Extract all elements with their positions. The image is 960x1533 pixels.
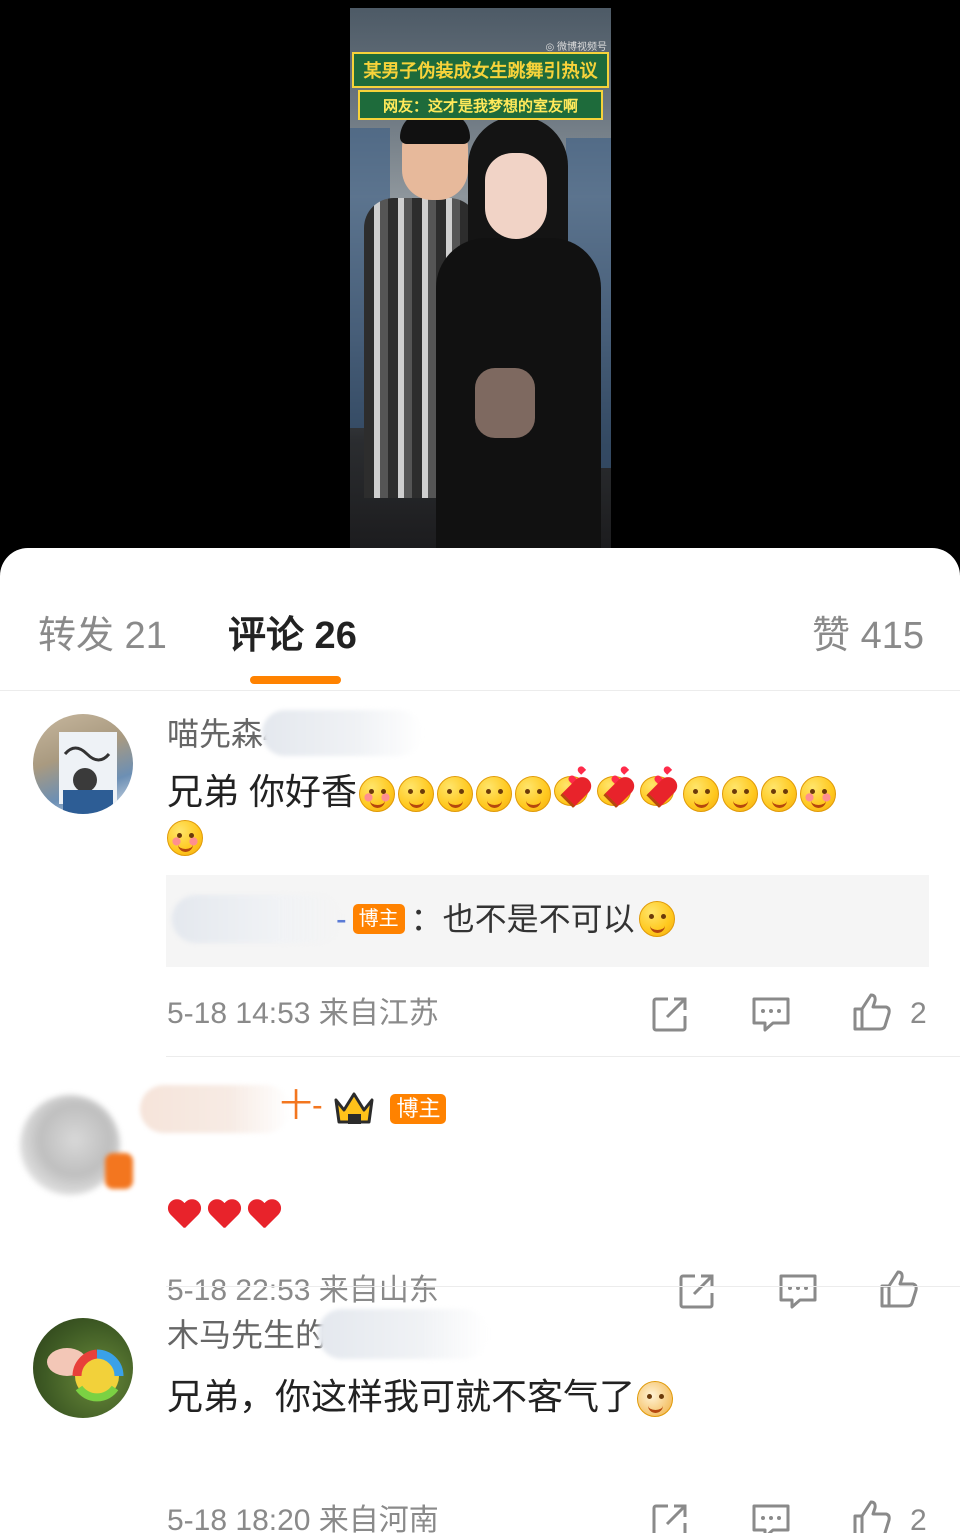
heart-emoji-icon xyxy=(247,1200,281,1230)
comment-item: 十- 博主 5-18 22:53 来自山东 xyxy=(0,1073,960,1309)
emoji-icon xyxy=(597,776,632,807)
comment-divider xyxy=(166,1056,960,1057)
username-blur xyxy=(318,1309,488,1359)
crown-icon xyxy=(334,1092,374,1124)
username-blur xyxy=(262,710,422,756)
comment-text-wrap xyxy=(167,820,203,866)
emoji-icon xyxy=(683,776,720,813)
avatar-photo-icon xyxy=(47,1348,124,1402)
username-blur xyxy=(140,1085,290,1133)
reply-line: - 博主 ：也不是不可以 xyxy=(336,897,675,941)
thumb-up-icon[interactable] xyxy=(852,992,892,1032)
avatar[interactable] xyxy=(33,714,133,814)
emoji-icon xyxy=(359,776,396,813)
comment-icon[interactable] xyxy=(751,1501,791,1533)
video-thumbnail[interactable]: ◎ 微博视频号 某男子伪装成女生跳舞引热议 网友：这才是我梦想的室友啊 xyxy=(350,8,611,548)
woman-waist xyxy=(475,368,535,438)
share-icon[interactable] xyxy=(650,994,690,1034)
emoji-icon xyxy=(554,776,589,807)
reply-separator: - xyxy=(336,901,347,937)
heart-emoji-icon xyxy=(167,1200,201,1230)
heart-emoji-icon xyxy=(207,1200,241,1230)
tab-like[interactable]: 赞 415 xyxy=(812,612,924,660)
emoji-icon xyxy=(640,776,675,807)
tab-repost[interactable]: 转发 21 xyxy=(38,612,167,660)
emoji-icon xyxy=(476,776,513,813)
comment-sheet: 转发 21 评论 26 赞 415 喵先森4 兄弟 你好香 - 博主 ：也不是不… xyxy=(0,548,960,1533)
bozhu-badge: 博主 xyxy=(390,1094,447,1124)
emoji-icon xyxy=(515,776,552,813)
comment-text xyxy=(167,1191,287,1235)
tab-active-indicator xyxy=(250,676,341,684)
video-watermark: ◎ 微博视频号 xyxy=(545,42,607,53)
comment-text-content: 兄弟，你这样我可就不客气了 xyxy=(167,1376,636,1417)
video-title: 某男子伪装成女生跳舞引热议 xyxy=(363,61,598,81)
avatar-photo-icon xyxy=(59,732,117,814)
comment-text: 兄弟 你好香 xyxy=(167,770,837,814)
bozhu-badge: 博主 xyxy=(352,904,405,934)
video-player[interactable]: ◎ 微博视频号 某男子伪装成女生跳舞引热议 网友：这才是我梦想的室友啊 xyxy=(0,0,960,580)
avatar-badge xyxy=(105,1153,133,1189)
comment-item: 木马先生的 兄弟，你这样我可就不客气了 5-18 18:20 来自河南 2 xyxy=(0,1303,960,1533)
video-title-banner: 某男子伪装成女生跳舞引热议 xyxy=(352,52,609,88)
comment-meta: 5-18 18:20 来自河南 xyxy=(167,1504,439,1533)
avatar[interactable] xyxy=(33,1318,133,1418)
woman-face xyxy=(485,153,547,239)
tab-comment[interactable]: 评论 26 xyxy=(228,612,357,660)
comment-text: 兄弟，你这样我可就不客气了 xyxy=(167,1375,674,1419)
username[interactable]: 十- 博主 xyxy=(280,1085,452,1128)
emoji-icon xyxy=(761,776,798,813)
comment-divider xyxy=(166,1286,960,1287)
like-count: 2 xyxy=(910,1504,927,1533)
emoji-icon xyxy=(638,901,675,937)
emoji-icon xyxy=(398,776,435,813)
comment-icon[interactable] xyxy=(751,994,791,1034)
emoji-icon xyxy=(167,820,203,856)
comment-item: 喵先森4 兄弟 你好香 - 博主 ：也不是不可以 5-18 14:53 来自江苏… xyxy=(0,708,960,1058)
share-icon[interactable] xyxy=(650,1501,690,1533)
doge-emoji-icon xyxy=(637,1381,674,1418)
emoji-icon xyxy=(722,776,759,813)
comment-text-content: 兄弟 你好香 xyxy=(167,771,358,812)
emoji-icon xyxy=(800,776,837,813)
video-subtitle: 网友：这才是我梦想的室友啊 xyxy=(382,97,578,115)
like-count: 2 xyxy=(910,997,927,1030)
video-subtitle-banner: 网友：这才是我梦想的室友啊 xyxy=(358,90,603,120)
tab-bar: 转发 21 评论 26 赞 415 xyxy=(0,548,960,691)
username[interactable]: 木马先生的 xyxy=(167,1315,327,1355)
reply-text: ：也不是不可以 xyxy=(410,901,635,937)
comment-meta: 5-18 14:53 来自江苏 xyxy=(167,997,439,1030)
emoji-icon xyxy=(437,776,474,813)
thumb-up-icon[interactable] xyxy=(852,1499,892,1533)
emoji-group xyxy=(359,776,837,813)
username-suffix: 十- xyxy=(280,1087,323,1123)
reply-username-blur xyxy=(172,895,342,943)
